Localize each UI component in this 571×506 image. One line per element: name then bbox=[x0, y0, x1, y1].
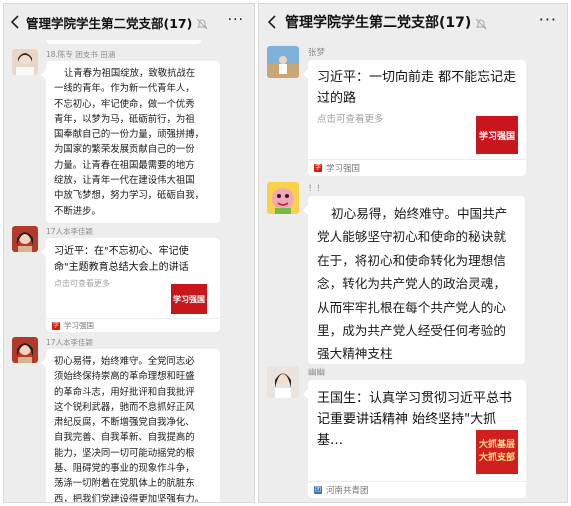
message-line: 绽放，让青年一代在建设伟大祖国 bbox=[54, 175, 195, 187]
message-bubble[interactable]: 让青春为祖国绽放，致敬抗战在 一线的青年。作为新一代青年人， 不忘初心，牢记使命… bbox=[41, 61, 220, 223]
sender-name: 17人本李佳颖 bbox=[46, 227, 94, 236]
message-line: 青年，以梦为马，砥砺前行，为祖 bbox=[54, 113, 195, 125]
message-line: 中放飞梦想，努力学习，砥砺自我， bbox=[54, 190, 205, 202]
link-card[interactable]: 王国生：认真学习贯彻习近平总书记重要讲话精神 始终坚持"大抓基… 大抓基层 大抓… bbox=[303, 380, 526, 498]
xuexi-qiangguo-icon: 学 bbox=[314, 164, 322, 172]
card-source-label: 学习强国 bbox=[64, 321, 94, 330]
message-line: 这个锐利武器，驰而不息抓好正风 bbox=[54, 401, 195, 413]
chat-message: 张梦 习近平：一切向前走 都不能忘记走过的路 点击可查看更多 学习强国 学 学习… bbox=[267, 46, 567, 178]
chat-title: 管理学院学生第二党支部(17) bbox=[285, 15, 472, 31]
message-line: 荡涤一切附着在党肌体上的肮脏东 bbox=[54, 478, 195, 490]
message-line: 力量。让青春在祖国最需要的地方 bbox=[54, 159, 195, 171]
card-title: 习近平：一切向前走 都不能忘记走过的路 bbox=[317, 70, 517, 106]
mute-bell-icon bbox=[475, 15, 489, 30]
card-source-label: 河南共青团 bbox=[326, 486, 369, 496]
message-line: 国奉献自己的一份力量，顽强拼搏， bbox=[54, 129, 205, 141]
card-title: 习近平：在"不忘初心、牢记使命"主题教育总结大会上的讲话 bbox=[54, 246, 189, 273]
message-line: 不断进步。 bbox=[54, 205, 101, 217]
avatar[interactable] bbox=[267, 182, 299, 214]
message-line: 念，转化为共产党人的政治灵魂， bbox=[317, 276, 506, 292]
message-line: 初心易得，始终难守。全党同志必 bbox=[54, 356, 195, 367]
message-line: 基、阻碍党的事业的现象作斗争， bbox=[54, 463, 195, 475]
chat-header: 管理学院学生第二党支部(17) ··· bbox=[4, 4, 254, 40]
avatar[interactable] bbox=[12, 337, 38, 363]
chat-title: 管理学院学生第二党支部(17) bbox=[26, 15, 193, 31]
message-line: 能力，坚决同一切可能动摇党的根 bbox=[54, 447, 195, 459]
link-card[interactable]: 习近平：在"不忘初心、牢记使命"主题教育总结大会上的讲话 点击可查看更多 学习强… bbox=[41, 238, 220, 332]
message-line: 在于，将初心和使命转化为理想信 bbox=[317, 252, 506, 268]
message-line: 西，把我们党建设得更加坚强有力。 bbox=[54, 493, 205, 503]
message-line: 不忘初心，牢记使命，做一个优秀 bbox=[54, 98, 195, 110]
more-menu-icon[interactable]: ··· bbox=[228, 13, 244, 27]
card-thumbnail: 学习强国 bbox=[171, 284, 207, 314]
avatar[interactable] bbox=[267, 46, 299, 78]
message-line: 为国家的繁荣发展贡献自己的一份 bbox=[54, 144, 195, 156]
chat-message: 17人本李佳颖 初心易得，始终难守。全党同志必 须始终保持崇高的革命理想和旺盛 … bbox=[12, 337, 254, 503]
card-source: 学 学习强国 bbox=[308, 159, 526, 176]
avatar[interactable] bbox=[12, 49, 38, 75]
message-line: 自我完善、自我革新、自我提高的 bbox=[54, 432, 195, 444]
card-source-label: 学习强国 bbox=[326, 164, 361, 174]
message-line: 从而牢牢扎根在每个共产党人的心 bbox=[317, 299, 506, 315]
message-bubble[interactable]: 初心易得，始终难守。中国共产 党人能够坚守初心和使命的秘诀就 在于，将初心和使命… bbox=[303, 196, 525, 364]
message-line: 里，成为共产党人经受任何考验的 bbox=[317, 323, 506, 339]
card-thumbnail: 大抓基层 大抓支部 bbox=[476, 430, 518, 474]
message-bubble[interactable]: 初心易得，始终难守。全党同志必 须始终保持崇高的革命理想和旺盛 的革命斗志，用好… bbox=[41, 349, 220, 503]
back-chevron-icon[interactable] bbox=[259, 11, 285, 33]
message-line: 的革命斗志，用好批评和自我批评 bbox=[54, 386, 195, 398]
previous-message-bubble-fragment bbox=[46, 40, 201, 44]
sender-name: 张梦 bbox=[308, 48, 326, 58]
youth-league-icon: 团 bbox=[314, 486, 322, 494]
card-source: 团 河南共青团 bbox=[308, 481, 526, 498]
chat-message: 18.陈专 团支书 田涵 让青春为祖国绽放，致敬抗战在 一线的青年。作为新一代青… bbox=[12, 49, 254, 224]
xuexi-qiangguo-icon: 学 bbox=[52, 321, 60, 330]
chat-panel-right: 管理学院学生第二党支部(17) ··· 张梦 习近平：一切向前走 都不能忘记走过… bbox=[258, 3, 568, 503]
back-chevron-icon[interactable] bbox=[4, 11, 26, 33]
sender-name: 17人本李佳颖 bbox=[46, 338, 94, 347]
card-thumbnail: 学习强国 bbox=[476, 116, 518, 154]
chat-panel-left: 管理学院学生第二党支部(17) ··· 18.陈专 团支书 田涵 让青春为祖国绽… bbox=[3, 3, 255, 503]
chat-message: 幽幽 王国生：认真学习贯彻习近平总书记重要讲话精神 始终坚持"大抓基… 大抓基层… bbox=[267, 366, 567, 500]
mute-bell-icon bbox=[196, 15, 210, 30]
sender-name: ！！ bbox=[308, 184, 326, 194]
sender-name: 18.陈专 团支书 田涵 bbox=[46, 50, 116, 59]
message-line: 肃纪反腐，不断增强党自我净化、 bbox=[54, 417, 195, 429]
chat-header: 管理学院学生第二党支部(17) ··· bbox=[259, 4, 567, 40]
card-body: 习近平：在"不忘初心、牢记使命"主题教育总结大会上的讲话 点击可查看更多 bbox=[54, 244, 212, 289]
avatar[interactable] bbox=[12, 226, 38, 252]
message-line: 让青春为祖国绽放，致敬抗战在 bbox=[64, 68, 196, 79]
more-menu-icon[interactable]: ··· bbox=[539, 12, 557, 28]
chat-message: ！！ 初心易得，始终难守。中国共产 党人能够坚守初心和使命的秘诀就 在于，将初心… bbox=[267, 182, 567, 364]
message-line: 一线的青年。作为新一代青年人， bbox=[54, 83, 195, 95]
sender-name: 幽幽 bbox=[308, 368, 326, 378]
link-card[interactable]: 习近平：一切向前走 都不能忘记走过的路 点击可查看更多 学习强国 学 学习强国 bbox=[303, 60, 526, 176]
message-line: 党人能够坚守初心和使命的秘诀就 bbox=[317, 229, 506, 245]
card-source: 学 学习强国 bbox=[46, 318, 220, 332]
message-line: 须始终保持崇高的革命理想和旺盛 bbox=[54, 371, 195, 383]
avatar[interactable] bbox=[267, 366, 299, 398]
message-line: 强大精神支柱 bbox=[317, 346, 393, 362]
message-line: 初心易得，始终难守。中国共产 bbox=[331, 206, 508, 221]
chat-message: 17人本李佳颖 习近平：在"不忘初心、牢记使命"主题教育总结大会上的讲话 点击可… bbox=[12, 226, 254, 334]
